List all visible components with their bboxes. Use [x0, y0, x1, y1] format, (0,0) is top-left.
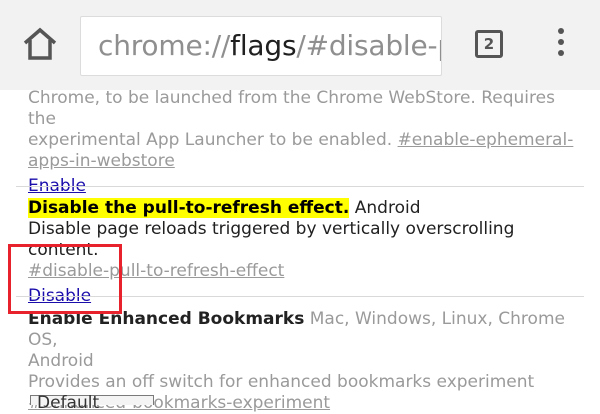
experiment-description: Provides an off switch for enhanced book… — [28, 372, 535, 392]
experiment-select[interactable]: Default — [30, 393, 154, 413]
divider — [16, 186, 584, 187]
url-path: /#disable-p — [296, 29, 442, 62]
highlight-annotation-box — [8, 244, 122, 314]
home-icon[interactable] — [20, 24, 60, 64]
experiment-anchor-link-cont[interactable]: apps-in-webstore — [28, 151, 175, 171]
overflow-menu-icon[interactable] — [554, 28, 568, 62]
url-host: flags — [230, 29, 297, 62]
url-text: chrome://flags/#disable-p — [98, 28, 442, 64]
experiment-title: Disable the pull-to-refresh effect. — [28, 198, 350, 218]
experiment-description: Chrome, to be launched from the Chrome W… — [28, 88, 574, 171]
browser-toolbar: chrome://flags/#disable-p 2 — [0, 0, 600, 90]
address-bar[interactable]: chrome://flags/#disable-p — [80, 16, 442, 76]
experiment-anchor-link[interactable]: #enable-ephemeral- — [398, 130, 574, 150]
experiment-item: Chrome, to be launched from the Chrome W… — [16, 88, 584, 197]
tab-switcher-button[interactable]: 2 — [475, 30, 503, 58]
experiment-platforms-cont: Android — [28, 351, 94, 371]
experiment-platforms: Android — [349, 198, 421, 218]
url-scheme: chrome:// — [98, 29, 231, 62]
